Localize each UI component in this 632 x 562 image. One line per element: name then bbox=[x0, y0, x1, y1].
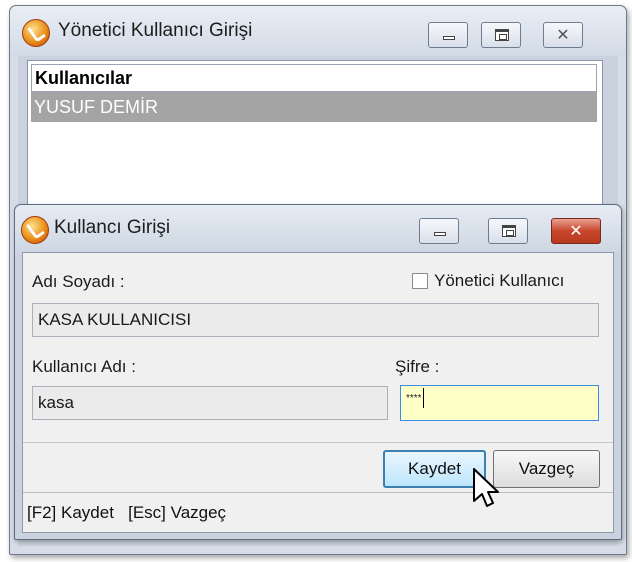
full-name-label: Adı Soyadı : bbox=[32, 272, 125, 291]
minimize-icon bbox=[443, 36, 455, 40]
admin-login-title: Yönetici Kullanıcı Girişi bbox=[58, 20, 253, 41]
cancel-button[interactable]: Vazgeç bbox=[493, 450, 600, 488]
status-bar: [F2] Kaydet [Esc] Vazgeç bbox=[23, 492, 613, 532]
maximize-button[interactable] bbox=[481, 22, 521, 48]
password-label: Şifre : bbox=[395, 357, 440, 376]
save-button[interactable]: Kaydet bbox=[383, 450, 486, 488]
maximize-button[interactable] bbox=[488, 218, 528, 244]
close-button[interactable]: ✕ bbox=[551, 218, 601, 244]
password-value: **** bbox=[406, 393, 422, 404]
minimize-button[interactable] bbox=[428, 22, 468, 48]
full-name-field[interactable]: KASA KULLANICISI bbox=[32, 303, 599, 337]
list-item[interactable]: YUSUF DEMİR bbox=[31, 92, 597, 122]
user-list-header[interactable]: Kullanıcılar bbox=[31, 64, 597, 92]
username-field[interactable]: kasa bbox=[32, 386, 388, 420]
user-login-form: Adı Soyadı : Yönetici Kullanıcı KASA KUL… bbox=[22, 252, 614, 533]
admin-user-checkbox[interactable] bbox=[412, 273, 428, 289]
close-button[interactable]: ✕ bbox=[543, 22, 583, 48]
minimize-button[interactable] bbox=[419, 218, 459, 244]
user-login-titlebar[interactable]: Kullancı Girişi ✕ bbox=[15, 205, 621, 253]
user-login-dialog: Kullancı Girişi ✕ Adı Soyadı : Yönetici … bbox=[14, 204, 622, 540]
maximize-icon bbox=[502, 225, 516, 237]
username-label: Kullanıcı Adı : bbox=[32, 357, 136, 376]
form-separator bbox=[23, 442, 613, 443]
admin-user-checkbox-label[interactable]: Yönetici Kullanıcı bbox=[434, 271, 564, 291]
close-icon: ✕ bbox=[569, 221, 583, 240]
mouse-pointer-icon bbox=[473, 468, 499, 507]
admin-login-titlebar[interactable]: Yönetici Kullanıcı Girişi ✕ bbox=[10, 6, 626, 56]
app-logo-icon bbox=[22, 19, 50, 47]
user-login-title: Kullancı Girişi bbox=[54, 217, 171, 238]
password-field[interactable]: **** bbox=[400, 385, 599, 421]
minimize-icon bbox=[434, 232, 446, 236]
close-icon: ✕ bbox=[556, 25, 570, 44]
user-list[interactable]: Kullanıcılar YUSUF DEMİR bbox=[27, 60, 603, 212]
app-logo-icon bbox=[21, 216, 49, 244]
maximize-icon bbox=[495, 29, 509, 41]
text-caret bbox=[422, 388, 424, 409]
